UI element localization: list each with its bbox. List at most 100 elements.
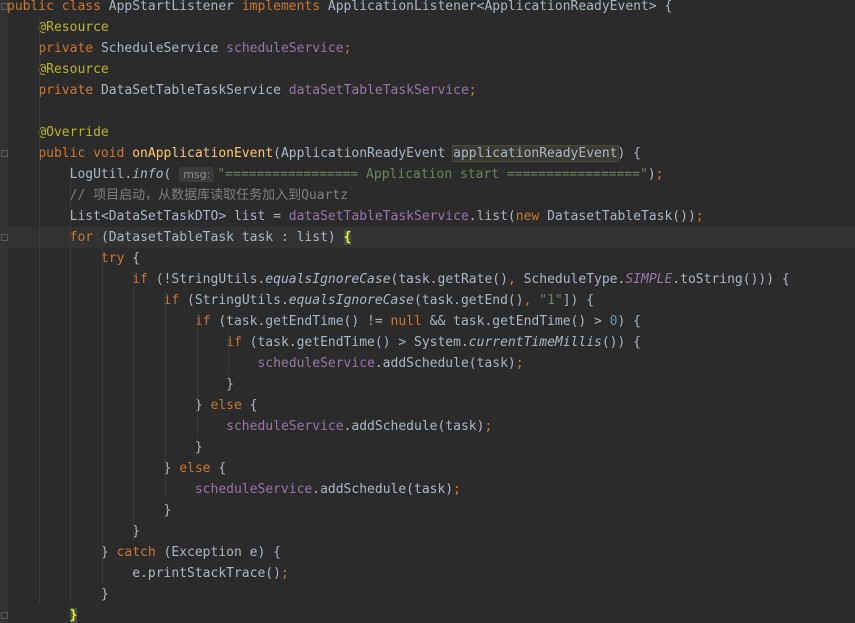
code-token: ]) { <box>562 293 595 308</box>
code-token: { <box>132 251 141 266</box>
code-token: (Exception e) { <box>163 545 281 560</box>
code-token: ) <box>647 167 656 182</box>
code-line[interactable]: // 项目启动，从数据库读取任务加入到Quartz <box>7 185 855 206</box>
code-token: } <box>7 398 211 413</box>
code-token: } <box>7 503 172 518</box>
code-line[interactable]: } catch (Exception e) { <box>7 542 855 563</box>
code-token: private <box>38 41 101 56</box>
code-token: e.printStackTrace() <box>7 566 281 581</box>
code-editor[interactable]: public class AppStartListener implements… <box>0 0 855 623</box>
indent-guide <box>196 311 198 437</box>
fold-marker-icon[interactable] <box>1 3 8 10</box>
code-token: 0 <box>609 314 618 329</box>
code-line[interactable]: private ScheduleService scheduleService; <box>7 38 855 59</box>
code-token: equalsIgnoreCase <box>288 293 415 308</box>
code-token: scheduleService <box>226 41 344 56</box>
code-token: AppStartListener <box>108 0 242 14</box>
code-line[interactable]: @Resource <box>7 17 855 38</box>
code-token: List<DataSetTaskDTO> list = <box>7 209 289 224</box>
code-token: info <box>132 167 164 182</box>
code-line[interactable]: public class AppStartListener implements… <box>7 0 855 17</box>
code-line[interactable]: @Resource <box>7 59 855 80</box>
code-line[interactable]: try { <box>7 248 855 269</box>
code-token: } <box>7 461 180 476</box>
code-token: "================= Application start ===… <box>217 167 648 182</box>
code-token: scheduleService <box>226 419 344 434</box>
code-token: else <box>179 461 219 476</box>
code-token: null <box>390 314 430 329</box>
code-token: } <box>7 524 141 539</box>
code-token: currentTimeMillis <box>468 335 602 350</box>
code-token: for <box>69 230 101 245</box>
code-line[interactable] <box>7 101 855 122</box>
indent-guide <box>228 332 230 374</box>
code-token: ; <box>484 419 493 434</box>
code-token: if <box>194 314 219 329</box>
code-token: catch <box>116 545 164 560</box>
code-line[interactable]: LogUtil.info( msg: "================= App… <box>7 164 855 185</box>
indent-guide <box>70 164 72 605</box>
indent-guide <box>101 248 103 584</box>
code-line[interactable]: } <box>7 605 855 623</box>
code-token: ; <box>280 566 289 581</box>
code-token: "1" <box>539 293 563 308</box>
code-token: new <box>515 209 548 224</box>
parameter-hint: msg: <box>179 167 215 182</box>
code-token: // 项目启动，从数据库读取任务加入到Quartz <box>69 188 349 203</box>
code-line[interactable]: for (DatasetTableTask task : list) { <box>7 227 855 248</box>
fold-marker-icon[interactable] <box>1 234 8 241</box>
code-token: (task.getRate() <box>390 272 508 287</box>
code-token: ; <box>515 356 524 371</box>
code-token: ; <box>468 83 477 98</box>
code-line[interactable]: List<DataSetTaskDTO> list = dataSetTable… <box>7 206 855 227</box>
code-token: ; <box>695 209 704 224</box>
code-token: { <box>249 398 258 413</box>
code-token: if <box>226 335 250 350</box>
code-token: ; <box>453 482 461 497</box>
code-token: onApplicationEvent <box>132 146 274 161</box>
code-token: @Override <box>38 125 109 140</box>
code-line[interactable]: } <box>7 584 855 605</box>
code-token: && task.getEndTime() > <box>429 314 610 329</box>
indent-guide <box>165 290 166 500</box>
code-token: ( <box>163 167 180 182</box>
code-token: try <box>100 251 133 266</box>
code-token: , <box>523 293 540 308</box>
code-line[interactable]: @Override <box>7 122 855 143</box>
code-token: } <box>7 377 234 392</box>
code-line[interactable]: public void onApplicationEvent(Applicati… <box>7 143 855 164</box>
code-token: if <box>132 272 156 287</box>
fold-marker-icon[interactable] <box>1 612 8 619</box>
code-token: ScheduleType. <box>523 272 626 287</box>
code-token: , <box>507 272 524 287</box>
code-token: ScheduleService <box>100 41 227 56</box>
code-token: .addSchedule(task) <box>374 356 516 371</box>
code-token: (StringUtils. <box>187 293 289 308</box>
code-token: applicationReadyEvent <box>452 145 619 162</box>
indent-guide <box>133 269 135 542</box>
code-token: (!StringUtils. <box>155 272 266 287</box>
code-line[interactable]: e.printStackTrace(); <box>7 563 855 584</box>
code-token: } <box>69 608 78 623</box>
fold-marker-icon[interactable] <box>1 150 8 157</box>
code-token: ) { <box>617 314 641 329</box>
code-token: public class <box>7 0 109 14</box>
code-token: @Resource <box>38 20 109 35</box>
code-token: DataSetTableTaskService <box>100 83 289 98</box>
code-token: { <box>218 461 227 476</box>
code-token: public void <box>38 146 133 161</box>
code-token: (ApplicationReadyEvent <box>273 146 454 161</box>
code-token: if <box>163 293 188 308</box>
code-token: else <box>210 398 250 413</box>
code-line[interactable]: private DataSetTableTaskService dataSetT… <box>7 80 855 101</box>
